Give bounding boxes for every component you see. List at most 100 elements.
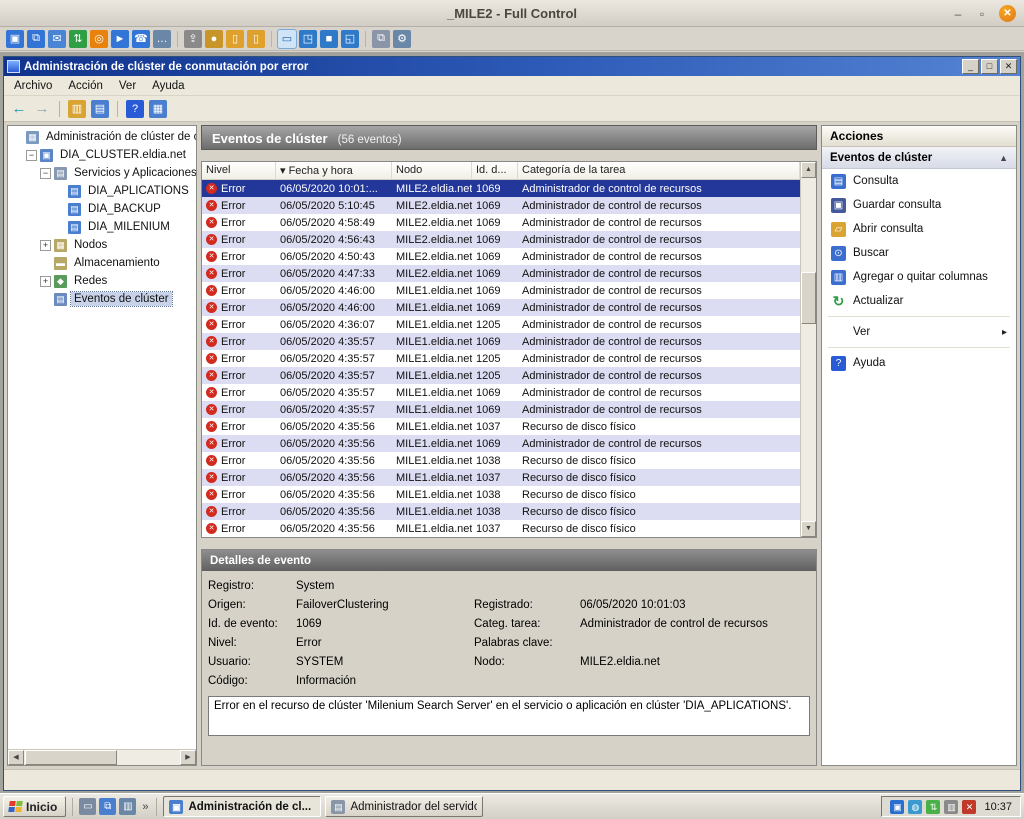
column-header[interactable]: Nodo xyxy=(392,162,472,179)
taskbar-button[interactable]: ▣Administración de cl... xyxy=(163,796,321,817)
scroll-thumb[interactable] xyxy=(801,272,816,324)
file-cabinet-icon[interactable]: ▯ xyxy=(226,30,244,48)
window-close-button[interactable]: ✕ xyxy=(1000,59,1017,74)
event-row[interactable]: ✕Error06/05/2020 4:35:57MILE1.eldia.net1… xyxy=(202,350,800,367)
action-abrir-consulta[interactable]: ▱Abrir consulta xyxy=(822,217,1016,241)
scroll-down-icon[interactable]: ▼ xyxy=(801,521,816,537)
ctrl-alt-del-icon[interactable]: ◎ xyxy=(90,30,108,48)
file-cabinet-locked-icon[interactable]: ▯ xyxy=(247,30,265,48)
duplicate-icon[interactable]: ⧉ xyxy=(372,30,390,48)
event-row[interactable]: ✕Error06/05/2020 4:50:43MILE2.eldia.net1… xyxy=(202,248,800,265)
tree-horizontal-scrollbar[interactable]: ◀ ▶ xyxy=(8,749,196,765)
action-agregar-o-quitar-columnas[interactable]: ▥Agregar o quitar columnas xyxy=(822,265,1016,289)
action-consulta[interactable]: ▤Consulta xyxy=(822,169,1016,193)
fit-window-icon[interactable]: ◱ xyxy=(341,30,359,48)
clipboard-icon[interactable]: ⇪ xyxy=(184,30,202,48)
event-row[interactable]: ✕Error06/05/2020 4:35:57MILE1.eldia.net1… xyxy=(202,367,800,384)
tree-item-console-root[interactable]: ▦Administración de clúster de conmu xyxy=(8,128,196,146)
file-transfer-icon[interactable]: ⇅ xyxy=(69,30,87,48)
send-message-icon[interactable]: ✉ xyxy=(48,30,66,48)
tree-item-eventos-de-cluster[interactable]: ▤Eventos de clúster xyxy=(8,290,196,308)
event-row[interactable]: ✕Error06/05/2020 4:35:56MILE1.eldia.net1… xyxy=(202,435,800,452)
event-row[interactable]: ✕Error06/05/2020 4:35:57MILE1.eldia.net1… xyxy=(202,333,800,350)
chat-icon[interactable]: … xyxy=(153,30,171,48)
actions-section-header[interactable]: Eventos de clúster ▲ xyxy=(822,147,1016,169)
event-row[interactable]: ✕Error06/05/2020 5:10:45MILE2.eldia.net1… xyxy=(202,197,800,214)
expander-icon[interactable]: + xyxy=(40,276,51,287)
event-row[interactable]: ✕Error06/05/2020 4:35:56MILE1.eldia.net1… xyxy=(202,469,800,486)
tray-network-icon[interactable]: ◍ xyxy=(908,800,922,814)
expander-icon[interactable]: + xyxy=(40,240,51,251)
taskbar-button[interactable]: ▤Administrador del servidor xyxy=(325,796,483,817)
menu-archivo[interactable]: Archivo xyxy=(6,78,60,94)
export-list-icon[interactable]: ▥ xyxy=(68,100,86,118)
event-row[interactable]: ✕Error06/05/2020 4:36:07MILE1.eldia.net1… xyxy=(202,316,800,333)
action-ver[interactable]: Ver▸ xyxy=(822,320,1016,344)
menu-ver[interactable]: Ver xyxy=(111,78,144,94)
minimize-icon[interactable]: – xyxy=(951,7,965,21)
display-icon[interactable]: ▥ xyxy=(119,798,136,815)
scale-mode-icon[interactable]: ■ xyxy=(320,30,338,48)
column-header[interactable]: Nivel xyxy=(202,162,276,179)
event-row[interactable]: ✕Error06/05/2020 4:56:43MILE2.eldia.net1… xyxy=(202,231,800,248)
event-row[interactable]: ✕Error06/05/2020 4:35:57MILE1.eldia.net1… xyxy=(202,401,800,418)
tree-item-dia-backup[interactable]: ▤DIA_BACKUP xyxy=(8,200,196,218)
tree-item-almacenamiento[interactable]: ▬Almacenamiento xyxy=(8,254,196,272)
new-connection-icon[interactable]: ▣ xyxy=(6,30,24,48)
show-desktop-icon[interactable]: ▭ xyxy=(79,798,96,815)
tree-item-redes[interactable]: +◆Redes xyxy=(8,272,196,290)
event-row[interactable]: ✕Error06/05/2020 4:35:56MILE1.eldia.net1… xyxy=(202,452,800,469)
tray-volume-muted-icon[interactable]: ✕ xyxy=(962,800,976,814)
scroll-left-icon[interactable]: ◀ xyxy=(8,750,24,765)
column-header[interactable]: ▾ Fecha y hora xyxy=(276,162,392,179)
scroll-up-icon[interactable]: ▲ xyxy=(801,162,816,178)
event-row[interactable]: ✕Error06/05/2020 4:35:56MILE1.eldia.net1… xyxy=(202,503,800,520)
collapse-icon[interactable]: ▲ xyxy=(999,153,1008,163)
expander-icon[interactable]: − xyxy=(40,168,51,179)
action-buscar[interactable]: ⊙Buscar xyxy=(822,241,1016,265)
tray-update-icon[interactable]: ⇅ xyxy=(926,800,940,814)
event-row[interactable]: ✕Error06/05/2020 4:35:56MILE1.eldia.net1… xyxy=(202,418,800,435)
tray-security-icon[interactable]: ▣ xyxy=(890,800,904,814)
scroll-right-icon[interactable]: ▶ xyxy=(180,750,196,765)
window-minimize-button[interactable]: _ xyxy=(962,59,979,74)
tree-item-nodos[interactable]: +▦Nodos xyxy=(8,236,196,254)
expander-icon[interactable]: − xyxy=(26,150,37,161)
close-icon[interactable]: ✕ xyxy=(999,5,1016,22)
back-icon[interactable]: ← xyxy=(10,100,28,118)
settings-icon[interactable]: ⚙ xyxy=(393,30,411,48)
call-icon[interactable]: ☎ xyxy=(132,30,150,48)
event-row[interactable]: ✕Error06/05/2020 4:35:56MILE1.eldia.net1… xyxy=(202,520,800,537)
menu-ayuda[interactable]: Ayuda xyxy=(144,78,192,94)
console-tree-icon[interactable]: ▤ xyxy=(91,100,109,118)
help-icon[interactable]: ? xyxy=(126,100,144,118)
event-row[interactable]: ✕Error06/05/2020 4:46:00MILE1.eldia.net1… xyxy=(202,282,800,299)
remote-desktop-icon[interactable]: ⧉ xyxy=(99,798,116,815)
event-row[interactable]: ✕Error06/05/2020 4:35:57MILE1.eldia.net1… xyxy=(202,384,800,401)
lock-icon[interactable]: ● xyxy=(205,30,223,48)
start-button[interactable]: Inicio xyxy=(3,796,66,817)
event-row[interactable]: ✕Error06/05/2020 4:47:33MILE2.eldia.net1… xyxy=(202,265,800,282)
event-row[interactable]: ✕Error06/05/2020 4:46:00MILE1.eldia.net1… xyxy=(202,299,800,316)
window-titlebar[interactable]: Administración de clúster de conmutación… xyxy=(4,57,1020,76)
tree-item-dia-cluster[interactable]: −▣DIA_CLUSTER.eldia.net xyxy=(8,146,196,164)
remote-execute-icon[interactable]: ► xyxy=(111,30,129,48)
tree-item-dia-aplications[interactable]: ▤DIA_APLICATIONS xyxy=(8,182,196,200)
tray-display-icon[interactable]: ▥ xyxy=(944,800,958,814)
action-actualizar[interactable]: ↻Actualizar xyxy=(822,289,1016,313)
window-maximize-button[interactable]: □ xyxy=(981,59,998,74)
fullscreen-icon[interactable]: ◳ xyxy=(299,30,317,48)
menu-accion[interactable]: Acción xyxy=(60,78,111,94)
scroll-thumb[interactable] xyxy=(25,750,117,765)
tree-item-servicios-y-aplicaciones[interactable]: −▤Servicios y Aplicaciones xyxy=(8,164,196,182)
quick-launch-overflow-icon[interactable]: » xyxy=(140,801,150,813)
monitor-icon[interactable]: ⧉ xyxy=(27,30,45,48)
maximize-icon[interactable]: ▫ xyxy=(975,7,989,21)
event-row[interactable]: ✕Error06/05/2020 4:58:49MILE2.eldia.net1… xyxy=(202,214,800,231)
tree-item-dia-milenium[interactable]: ▤DIA_MILENIUM xyxy=(8,218,196,236)
events-vertical-scrollbar[interactable]: ▲ ▼ xyxy=(800,162,816,537)
action-guardar-consulta[interactable]: ▣Guardar consulta xyxy=(822,193,1016,217)
action-ayuda[interactable]: ?Ayuda xyxy=(822,351,1016,375)
column-header[interactable]: Id. d... xyxy=(472,162,518,179)
event-row[interactable]: ✕Error06/05/2020 4:35:56MILE1.eldia.net1… xyxy=(202,486,800,503)
